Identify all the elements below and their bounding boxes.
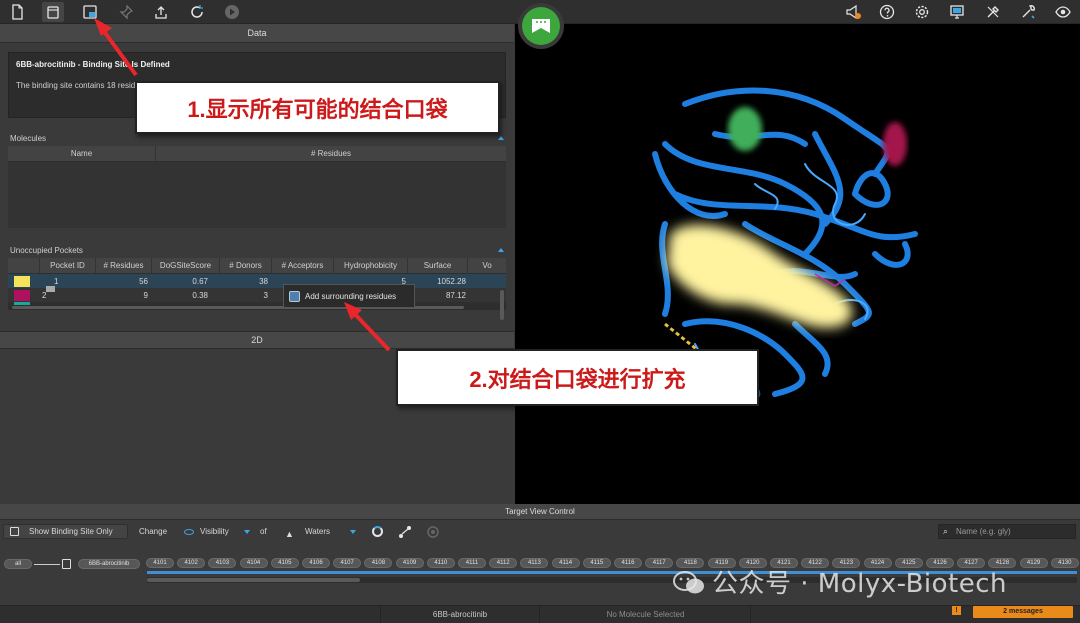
residue-pill[interactable]: 4111 — [458, 558, 486, 568]
of-label: of — [260, 527, 267, 536]
residue-pill[interactable]: 4114 — [551, 558, 580, 568]
visibility-eye-icon — [184, 529, 194, 535]
wechat-logo-icon — [672, 570, 706, 596]
change-label: Change — [139, 527, 168, 536]
status-selection: No Molecule Selected — [541, 606, 751, 623]
binding-site-icon — [10, 527, 19, 536]
waters-dropdown[interactable]: ▲ Waters — [281, 524, 358, 539]
warning-icon[interactable]: ! — [952, 606, 961, 615]
camera-settings-icon[interactable] — [426, 525, 440, 539]
all-chains-pill[interactable]: all — [4, 559, 32, 569]
residue-pill[interactable]: 4101 — [146, 558, 174, 568]
search-icon: ⌕ — [943, 526, 949, 536]
residue-pill[interactable]: 4104 — [239, 558, 268, 568]
show-binding-site-only-button[interactable]: Show Binding Site Only — [3, 524, 128, 539]
residue-pill[interactable]: 4103 — [208, 558, 237, 568]
residue-pill[interactable]: 4106 — [302, 558, 330, 568]
visibility-dropdown[interactable]: Visibility — [180, 524, 252, 539]
residue-pill[interactable]: 4115 — [582, 558, 611, 568]
residue-pill[interactable]: 4116 — [614, 558, 642, 568]
residue-pill[interactable]: 4108 — [364, 558, 393, 568]
residue-pill[interactable]: 4112 — [489, 558, 518, 568]
residue-pill[interactable]: 4117 — [645, 558, 674, 568]
chain-binding-icon[interactable] — [62, 559, 71, 569]
status-molecule: 6BB-abrocitinib — [380, 606, 540, 623]
reset-view-icon[interactable] — [372, 526, 383, 537]
chevron-down-icon — [350, 530, 356, 534]
water-drop-icon: ▲ — [285, 529, 294, 539]
share-nodes-icon[interactable] — [398, 525, 412, 539]
residue-pill[interactable]: 4107 — [333, 558, 362, 568]
residue-search-input[interactable]: ⌕ Name (e.g. gly) — [938, 524, 1076, 539]
residue-pill[interactable]: 4130 — [1050, 558, 1079, 568]
arrow-two — [344, 302, 391, 352]
messages-badge[interactable]: 2 messages — [973, 606, 1073, 618]
residue-pill[interactable]: 4110 — [426, 558, 455, 568]
residue-pill[interactable]: 4109 — [395, 558, 424, 568]
chevron-down-icon — [244, 530, 250, 534]
residue-pill[interactable]: 4129 — [1019, 558, 1048, 568]
status-bar: 6BB-abrocitinib No Molecule Selected ! 2… — [0, 605, 1080, 623]
watermark: 公众号 · Molyx-Biotech — [672, 563, 1007, 600]
molecule-pill[interactable]: 6BB-abrocitinib — [78, 559, 140, 569]
residue-pill[interactable]: 4105 — [270, 558, 299, 568]
arrow-one — [94, 18, 138, 77]
residue-pill[interactable]: 4102 — [177, 558, 206, 568]
target-view-title: Target View Control — [0, 504, 1080, 520]
residue-pill[interactable]: 4113 — [520, 558, 549, 568]
